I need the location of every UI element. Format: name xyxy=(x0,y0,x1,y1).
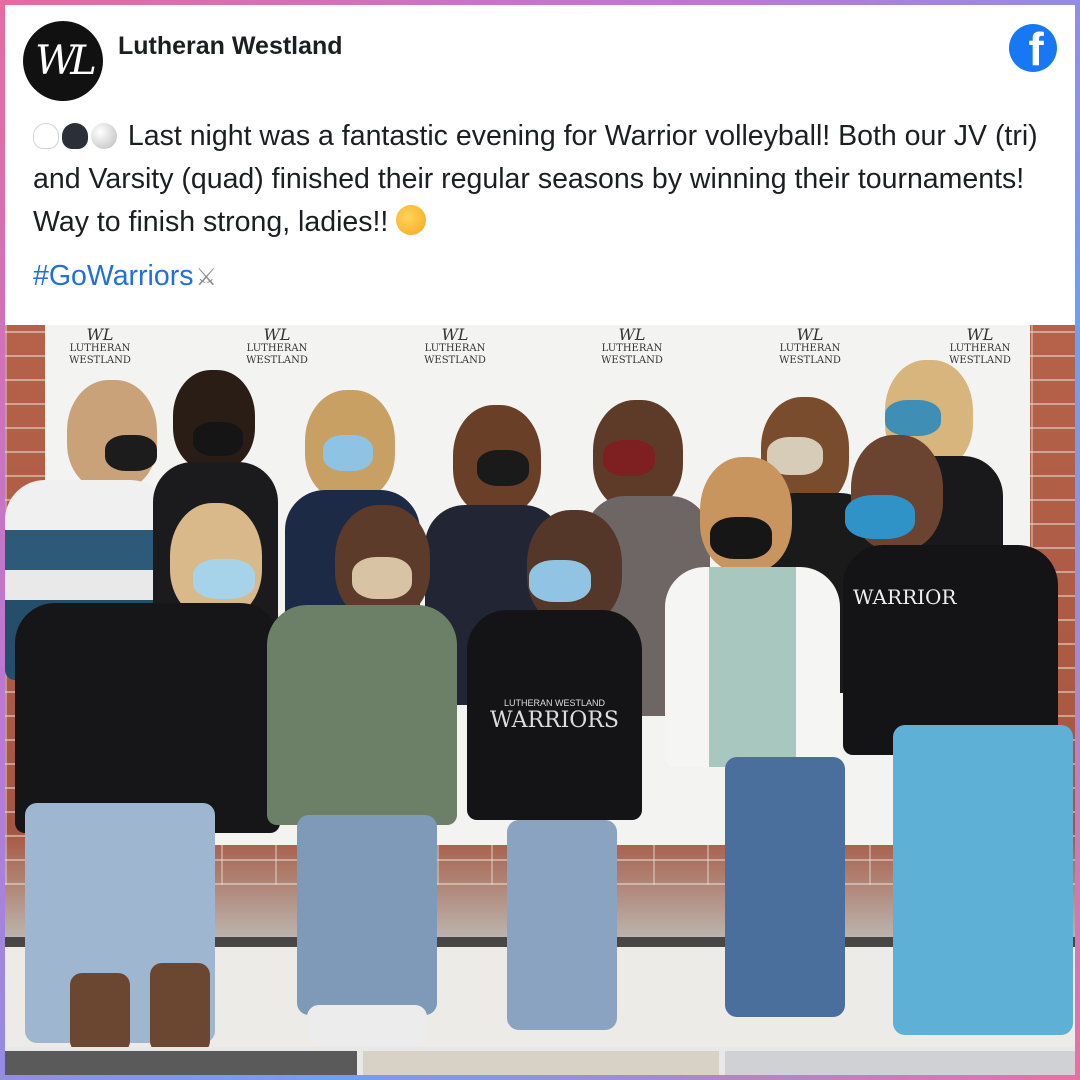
post-header: WL Lutheran Westland f xyxy=(5,5,1075,105)
volleyball-icon xyxy=(91,123,117,149)
post-body-text: Last night was a fantastic evening for W… xyxy=(33,115,1063,244)
facebook-post-card: WL Lutheran Westland f Last night was a … xyxy=(5,5,1075,1075)
white-heart-icon xyxy=(33,123,59,149)
team-photo[interactable]: WL LUTHERAN WESTLAND WL LUTHERAN WESTLAND … xyxy=(5,325,1075,1047)
backdrop-logo: WL LUTHERAN WESTLAND xyxy=(779,325,841,367)
sweatshirt-text: WARRIORS xyxy=(490,707,619,733)
backdrop-logo: WL LUTHERAN WESTLAND xyxy=(246,325,308,367)
team-member xyxy=(665,457,855,1037)
page-name-link[interactable]: Lutheran Westland xyxy=(118,32,343,61)
avatar-monogram: WL xyxy=(35,38,97,84)
facebook-icon[interactable]: f xyxy=(1009,24,1057,72)
black-heart-icon xyxy=(62,123,88,149)
sweatshirt-text: WARRIOR xyxy=(853,585,957,609)
team-member xyxy=(267,505,462,1047)
team-member: LUTHERAN WESTLAND WARRIORS xyxy=(467,510,647,1047)
backdrop-logo: WL LUTHERAN WESTLAND xyxy=(601,325,663,367)
backdrop-logo: WL LUTHERAN WESTLAND xyxy=(69,325,131,367)
backdrop-logo: WL LUTHERAN WESTLAND xyxy=(424,325,486,367)
post-message: Last night was a fantastic evening for W… xyxy=(33,120,1038,238)
thumbnail-photo[interactable] xyxy=(5,1051,357,1075)
thumbnail-photo[interactable] xyxy=(725,1051,1075,1075)
clapping-hands-icon xyxy=(396,205,427,235)
page-avatar[interactable]: WL xyxy=(23,21,103,101)
team-member: WARRIOR xyxy=(843,435,1075,1035)
crossed-swords-icon: ⚔ xyxy=(195,264,217,291)
team-member xyxy=(15,503,280,1047)
thumbnail-photo[interactable] xyxy=(363,1051,719,1075)
hashtag-link[interactable]: #GoWarriors xyxy=(33,260,193,292)
additional-photos-strip[interactable] xyxy=(5,1047,1075,1075)
hashtag-row: #GoWarriors⚔ xyxy=(33,260,217,293)
sweatshirt-text: LUTHERAN WESTLAND xyxy=(503,697,605,708)
